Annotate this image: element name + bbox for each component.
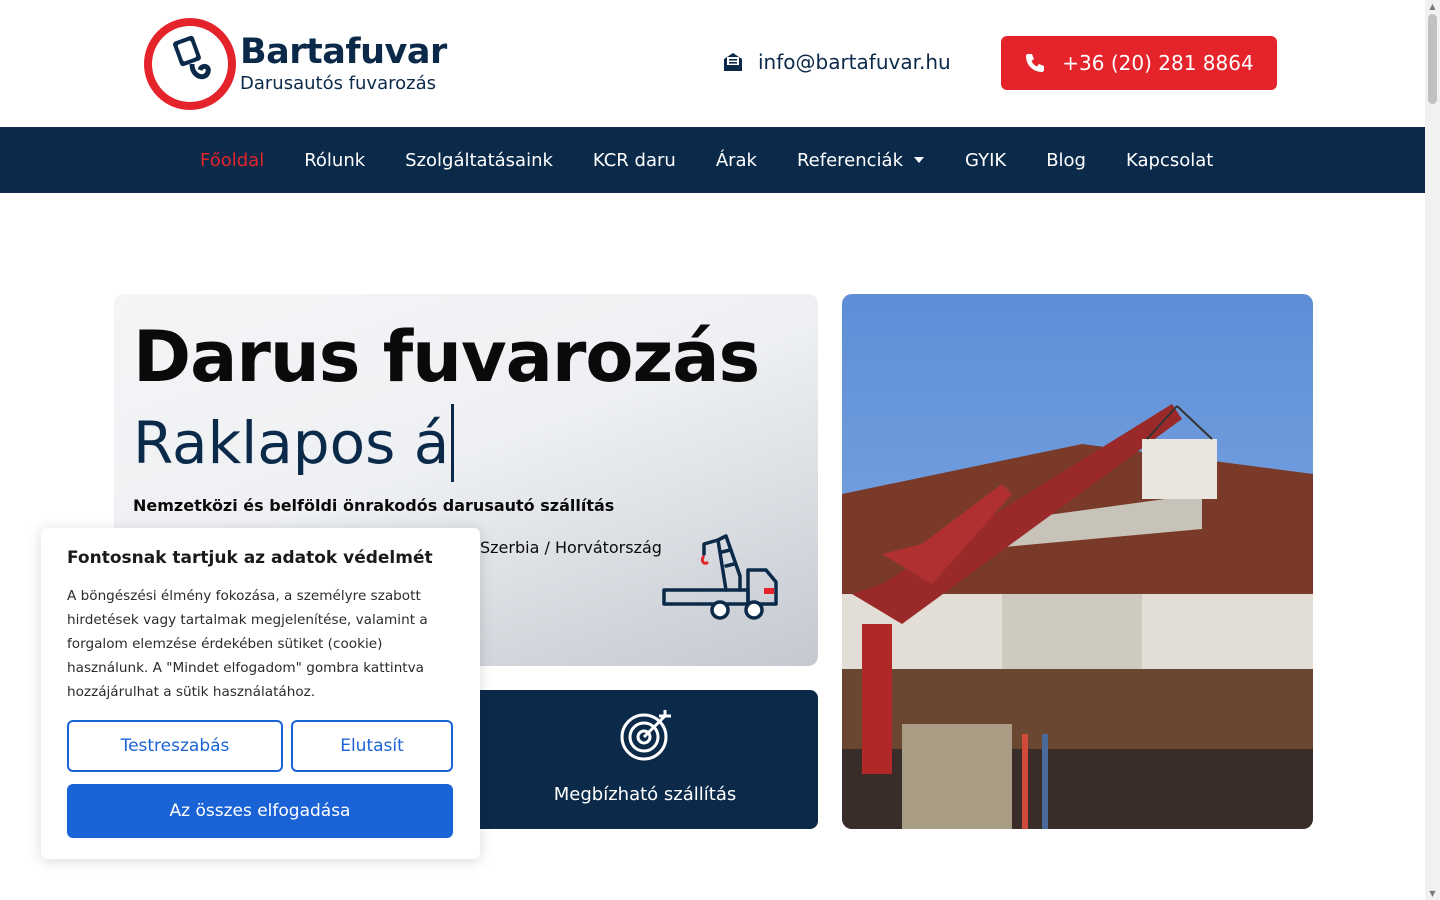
nav-label: Főoldal [200,149,265,171]
nav-item-szolgaltatasaink[interactable]: Szolgáltatásaink [405,150,553,171]
typing-cursor [451,404,455,482]
nav-item-blog[interactable]: Blog [1046,150,1086,171]
nav-label: Blog [1046,149,1086,171]
email-text: info@bartafuvar.hu [758,50,951,74]
nav-item-fooldal[interactable]: Főoldal [200,150,264,171]
envelope-icon [724,53,742,71]
site-header: Bartafuvar Darusautós fuvarozás info@bar… [0,0,1425,126]
customize-button[interactable]: Testreszabás [67,720,283,772]
feature-card: Megbízható szállítás [472,690,818,829]
reject-button[interactable]: Elutasít [291,720,453,772]
crane-hook-icon [173,35,211,80]
nav-item-referenciak[interactable]: Referenciák [797,150,925,171]
crane-truck-icon [662,534,778,620]
chevron-down-icon [914,157,925,163]
nav-label: Szolgáltatásaink [405,149,553,171]
hero-typed-text: Raklapos á [133,404,455,482]
crane-photo-image [842,294,1313,829]
nav-label: Árak [715,149,757,171]
logo-name: Bartafuvar [240,32,447,72]
nav-label: GYIK [965,149,1007,171]
nav-label: Referenciák [796,149,904,171]
phone-number: +36 (20) 281 8864 [1062,51,1254,75]
phone-button[interactable]: +36 (20) 281 8864 [1001,36,1277,90]
logo[interactable]: Bartafuvar Darusautós fuvarozás [144,18,447,110]
target-icon [620,710,671,761]
nav-item-kcr-daru[interactable]: KCR daru [593,150,676,171]
logo-emblem [144,18,236,110]
nav-item-kapcsolat[interactable]: Kapcsolat [1126,150,1213,171]
cookie-title: Fontosnak tartjuk az adatok védelmét [67,548,433,568]
hero-title: Darus fuvarozás [133,316,760,398]
page-scrollbar[interactable]: ▲ ▼ [1425,0,1440,900]
nav-item-rolunk[interactable]: Rólunk [304,150,365,171]
hero-photo [842,294,1313,829]
scroll-up-icon[interactable]: ▲ [1428,2,1437,11]
typed-text: Raklapos á [133,409,450,477]
accept-all-button[interactable]: Az összes elfogadása [67,784,453,838]
hero-description: Nemzetközi és belföldi önrakodós darusau… [133,496,615,515]
cookie-text: A böngészési élmény fokozása, a személyr… [67,588,428,700]
hero-countries: Szerbia / Horvátország [480,538,662,557]
nav-item-arak[interactable]: Árak [716,150,757,171]
nav-label: KCR daru [592,149,676,171]
nav-item-gyik[interactable]: GYIK [965,150,1006,171]
email-link[interactable]: info@bartafuvar.hu [722,50,951,74]
main-nav: Főoldal Rólunk Szolgáltatásaink KCR daru… [0,127,1425,193]
feature-label: Megbízható szállítás [553,784,737,805]
scroll-down-icon[interactable]: ▼ [1428,889,1437,898]
nav-label: Kapcsolat [1125,149,1214,171]
cookie-consent-dialog: Fontosnak tartjuk az adatok védelmét A b… [41,528,480,859]
phone-icon [1026,54,1045,72]
logo-tagline: Darusautós fuvarozás [240,73,436,94]
nav-label: Rólunk [304,149,366,171]
scrollbar-thumb[interactable] [1428,14,1437,104]
